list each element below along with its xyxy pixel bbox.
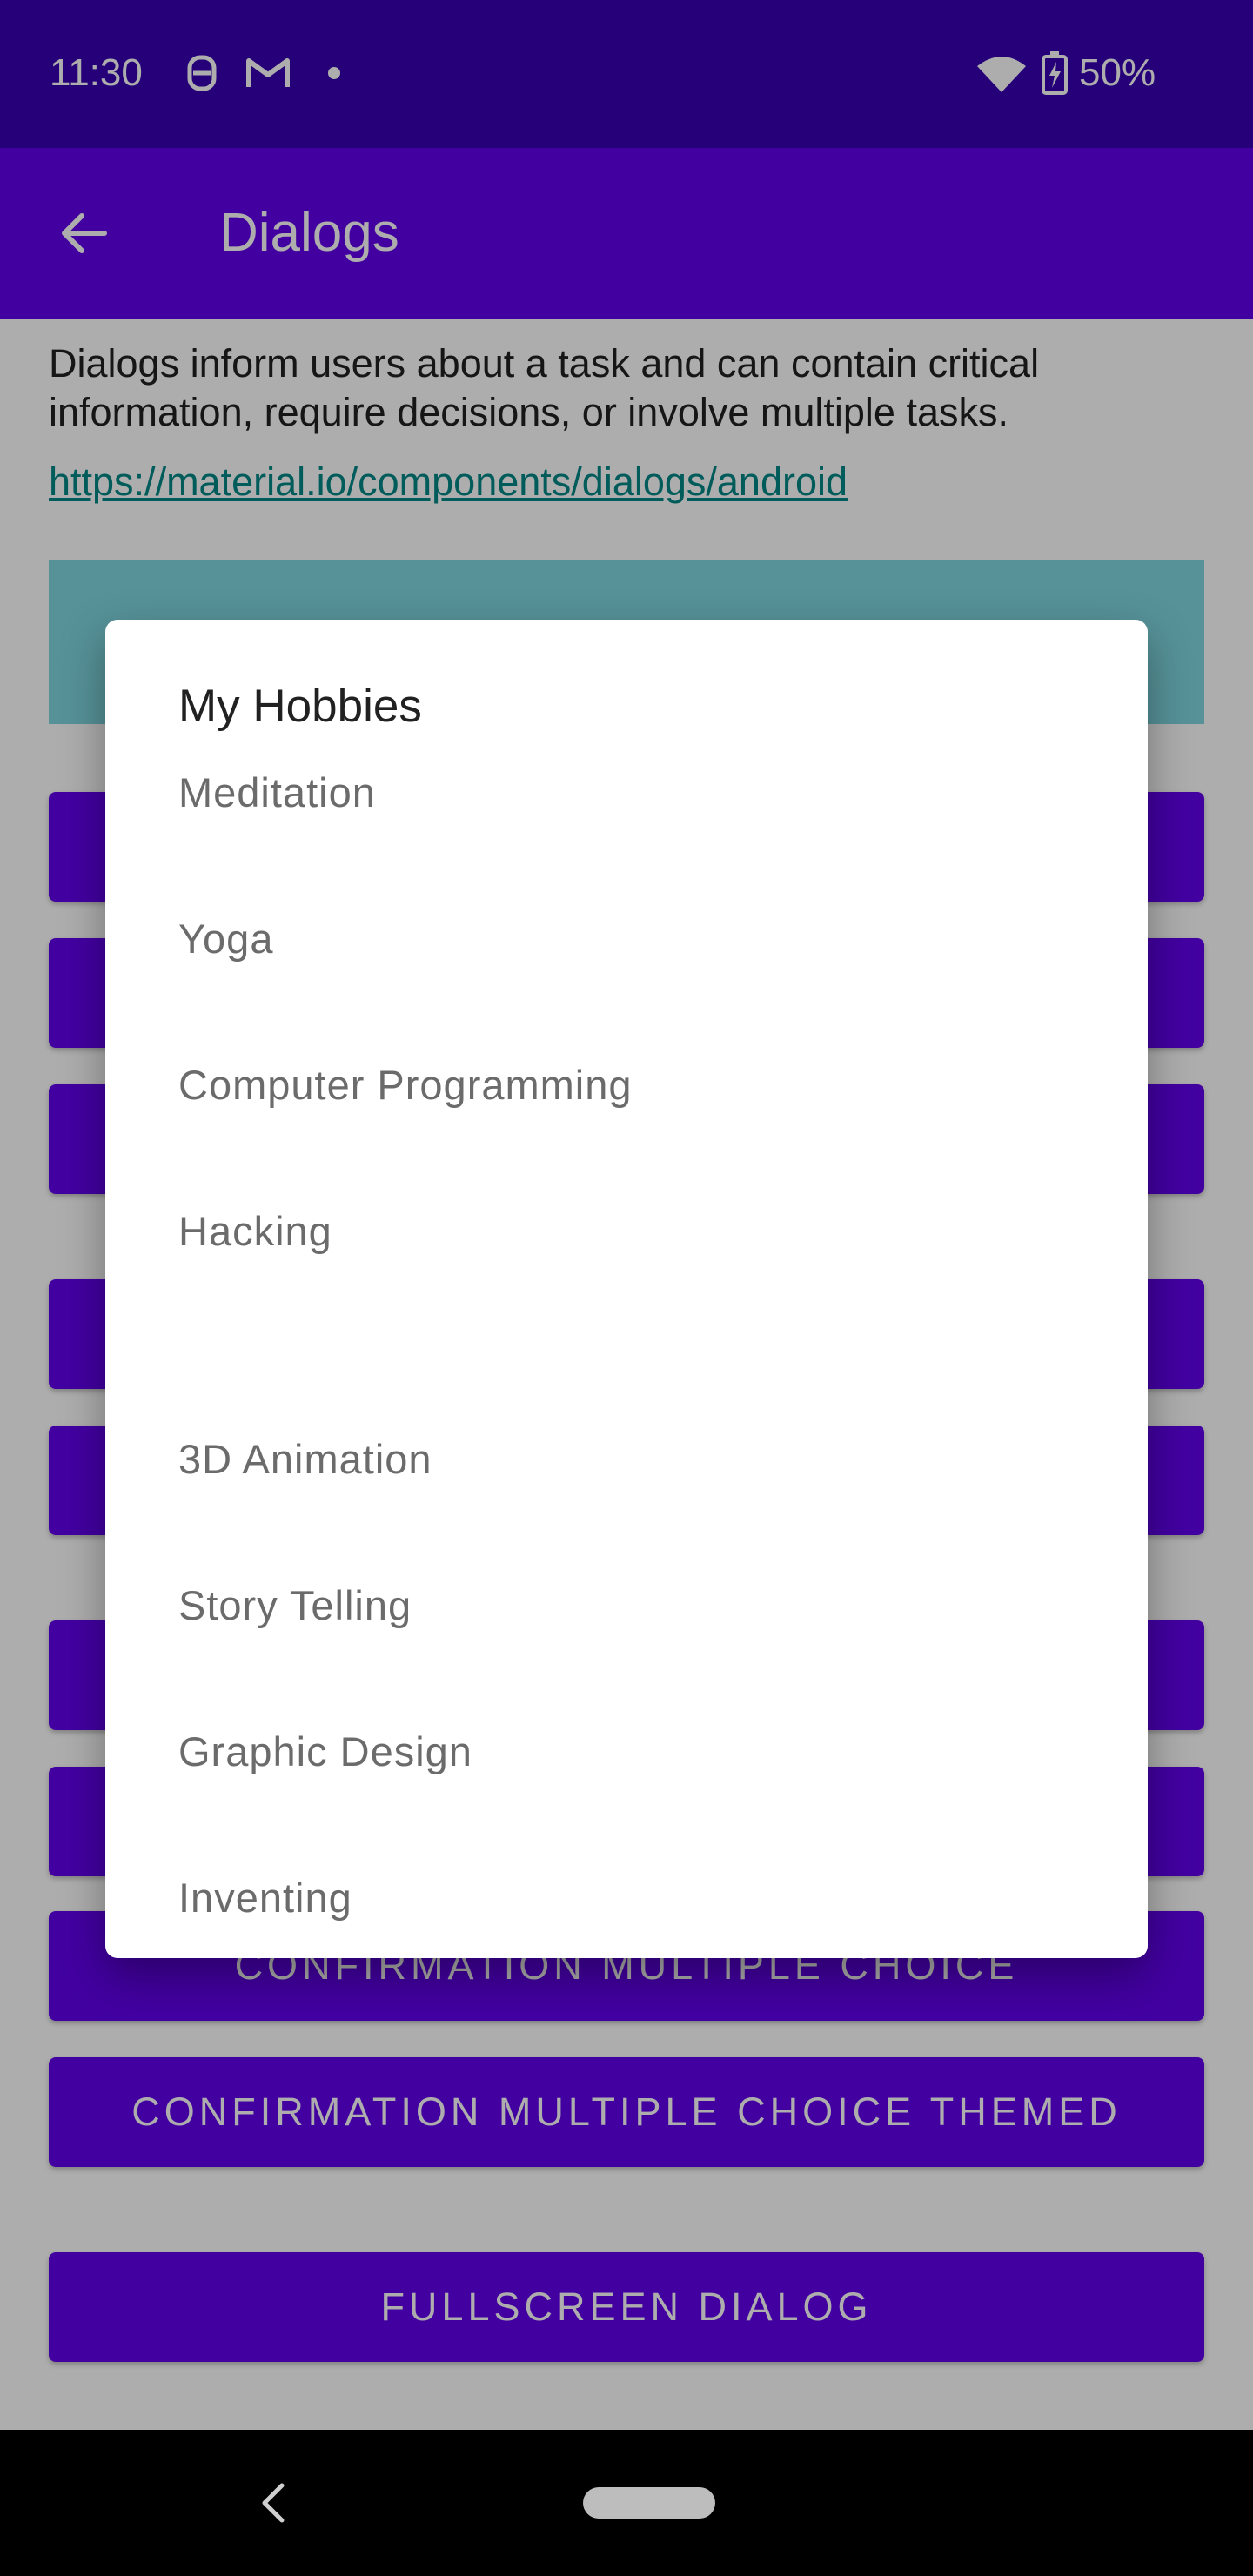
list-item-label: Meditation [178, 768, 376, 815]
nav-back-icon[interactable] [251, 2475, 294, 2531]
list-item-label: Story Telling [178, 1581, 412, 1628]
nav-home-pill[interactable] [583, 2487, 715, 2519]
list-item-label: Inventing [178, 1874, 352, 1921]
list-item-label: Hacking [178, 1207, 332, 1254]
list-item-label: 3D Animation [178, 1435, 432, 1482]
system-nav-bar [0, 2430, 1253, 2576]
list-item-label: Computer Programming [178, 1061, 633, 1108]
list-item[interactable]: Meditation [105, 719, 1148, 865]
list-item[interactable]: Story Telling [105, 1532, 1148, 1678]
list-item[interactable]: Computer Programming [105, 1011, 1148, 1157]
list-item[interactable]: Inventing [105, 1824, 1148, 1970]
screen: 11:30 50% Dialogs Dialogs inform users a… [0, 0, 1253, 2576]
list-item-label: Graphic Design [178, 1727, 472, 1774]
hobbies-dialog: My Hobbies 3D Animation Meditation Yoga … [105, 620, 1148, 1958]
list-item[interactable]: Hacking [105, 1157, 1148, 1304]
list-item[interactable]: Yoga [105, 865, 1148, 1011]
list-item[interactable]: Graphic Design [105, 1678, 1148, 1824]
list-item[interactable]: 3D Animation [105, 1385, 1148, 1532]
list-item-label: Yoga [178, 915, 274, 962]
